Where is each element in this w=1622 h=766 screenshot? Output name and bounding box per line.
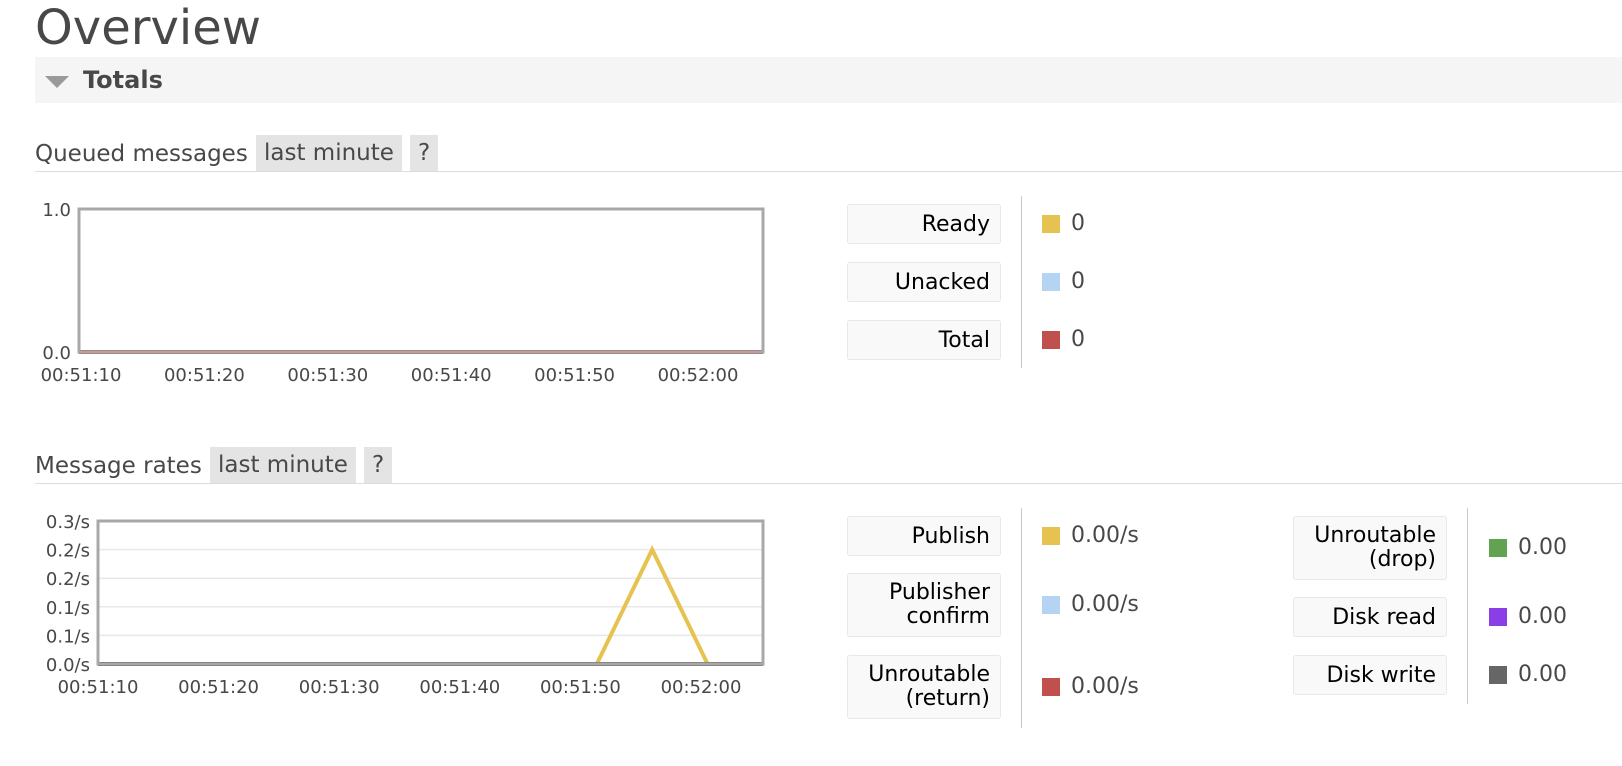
legend-label-text: Unroutable (868, 662, 990, 687)
message-rates-chart: 0.3/s 0.2/s 0.2/s 0.1/s 0.1/s 0.0/s00:51:10 00… (46, 512, 765, 698)
legend-swatch (1042, 215, 1060, 233)
legend-label-text: Unacked (894, 270, 990, 295)
x-tick-label: 00:52:00 (658, 365, 739, 386)
queued-range-button[interactable]: last minute (256, 135, 402, 171)
legend-value: 0.00 (1518, 662, 1567, 687)
legend-label-unacked[interactable]: Unacked (847, 262, 1001, 302)
x-tick-label: 00:51:20 (164, 365, 245, 386)
legend-label-text: Disk write (1326, 663, 1436, 688)
rates-legend-left-divider (1021, 508, 1022, 728)
legend-label-disk-write[interactable]: Disk write (1293, 655, 1447, 695)
totals-title: Totals (83, 66, 163, 94)
x-tick-label: 00:52:00 (661, 677, 742, 698)
legend-label-publish[interactable]: Publish (847, 516, 1001, 556)
y-tick-label: 0.2/s (46, 541, 90, 562)
queued-messages-header: Queued messages last minute ? (35, 135, 1622, 172)
legend-swatch (1042, 678, 1060, 696)
legend-label-disk-read[interactable]: Disk read (1293, 597, 1447, 637)
x-tick-label: 00:51:30 (299, 677, 380, 698)
page-title: Overview (35, 0, 261, 56)
rates-help-button[interactable]: ? (364, 447, 393, 483)
y-tick-label: 0.0/s (46, 655, 90, 676)
legend-label-text: Unroutable (1314, 523, 1436, 548)
y-tick-label: 0.0 (42, 343, 71, 364)
legend-value: 0.00/s (1071, 592, 1139, 617)
x-tick-label: 00:51:40 (419, 677, 500, 698)
legend-label-unroutable-return[interactable]: Unroutable (return) (847, 655, 1001, 719)
legend-label-text: Disk read (1332, 605, 1436, 630)
x-tick-label: 00:51:20 (178, 677, 259, 698)
queued-legend-divider (1021, 196, 1022, 368)
legend-label-text: Total (938, 328, 990, 353)
legend-swatch (1489, 666, 1507, 684)
legend-value: 0 (1071, 211, 1085, 236)
legend-label-text: (return) (905, 686, 990, 711)
collapse-triangle-icon[interactable] (45, 76, 69, 88)
y-tick-label: 0.1/s (46, 626, 90, 647)
legend-label-publisher-confirm[interactable]: Publisher confirm (847, 573, 1001, 637)
legend-label-text: confirm (906, 604, 990, 629)
legend-label-unroutable-drop[interactable]: Unroutable (drop) (1293, 516, 1447, 580)
legend-label-text: (drop) (1368, 547, 1436, 572)
legend-swatch (1489, 539, 1507, 557)
y-tick-label: 1.0 (42, 200, 71, 221)
legend-label-text: Publisher (889, 580, 990, 605)
y-tick-label: 0.1/s (46, 598, 90, 619)
legend-swatch (1042, 596, 1060, 614)
legend-value: 0 (1071, 327, 1085, 352)
queued-messages-chart: 1.0 0.000:51:10 00:51:20 00:51:30 00:51:40 00… (41, 200, 765, 386)
x-tick-label: 00:51:10 (41, 365, 122, 386)
y-tick-label: 0.3/s (46, 512, 90, 533)
legend-label-text: Ready (921, 212, 990, 237)
plot-frame (77, 207, 765, 354)
y-tick-label: 0.2/s (46, 569, 90, 590)
legend-value: 0.00 (1518, 535, 1567, 560)
legend-swatch (1042, 527, 1060, 545)
legend-value: 0.00 (1518, 604, 1567, 629)
queued-messages-label: Queued messages (35, 141, 248, 167)
queued-help-button[interactable]: ? (410, 135, 439, 171)
x-tick-label: 00:51:50 (534, 365, 615, 386)
legend-value: 0 (1071, 269, 1085, 294)
legend-swatch (1042, 273, 1060, 291)
legend-label-ready[interactable]: Ready (847, 204, 1001, 244)
message-rates-header: Message rates last minute ? (35, 447, 1622, 484)
x-tick-label: 00:51:50 (540, 677, 621, 698)
totals-section-header[interactable]: Totals (35, 57, 1622, 103)
plot-frame (96, 519, 765, 666)
legend-value: 0.00/s (1071, 523, 1139, 548)
rates-legend-right-divider (1467, 508, 1468, 704)
message-rates-label: Message rates (35, 453, 202, 479)
rates-range-button[interactable]: last minute (210, 447, 356, 483)
legend-label-total[interactable]: Total (847, 320, 1001, 360)
legend-swatch (1042, 331, 1060, 349)
x-tick-label: 00:51:30 (287, 365, 368, 386)
legend-value: 0.00/s (1071, 674, 1139, 699)
x-tick-label: 00:51:40 (411, 365, 492, 386)
legend-swatch (1489, 608, 1507, 626)
x-tick-label: 00:51:10 (58, 677, 139, 698)
legend-label-text: Publish (911, 524, 990, 549)
